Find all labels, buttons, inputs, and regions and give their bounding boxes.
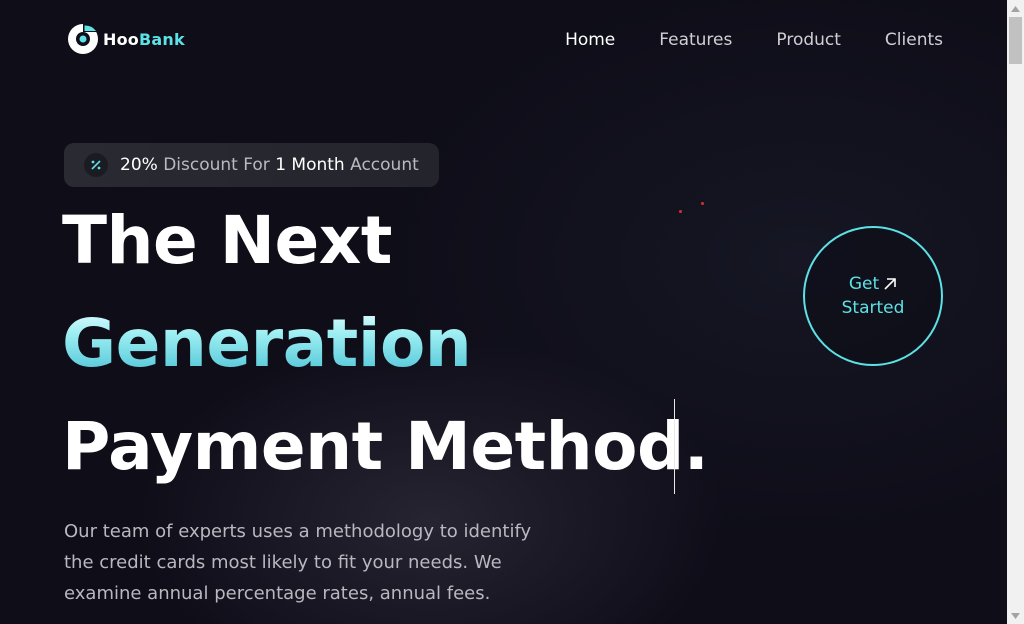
scroll-down-icon[interactable] [1007, 607, 1024, 624]
scroll-up-icon[interactable] [1007, 0, 1024, 17]
hero-heading-line3: Payment Method. [62, 408, 709, 485]
get-started-button[interactable]: Get Started [803, 226, 943, 366]
discount-percent: 20% [120, 155, 158, 175]
text-cursor [674, 399, 675, 494]
vertical-scrollbar[interactable] [1007, 0, 1024, 624]
get-started-label-started: Started [841, 298, 905, 318]
get-started-line1: Get [849, 272, 897, 296]
page: HooBank Home Features Product Clients 20… [0, 0, 1007, 624]
hero-heading-line1: The Next [62, 202, 392, 279]
scrollbar-thumb[interactable] [1009, 17, 1022, 64]
main-nav: Home Features Product Clients [565, 28, 943, 52]
nav-item-product[interactable]: Product [776, 28, 841, 52]
get-started-label-get: Get [848, 274, 880, 294]
discount-badge: 20% Discount For 1 Month Account [64, 143, 439, 187]
discount-duration: 1 Month [275, 155, 345, 175]
logo-text-bank: Bank [138, 29, 185, 49]
discount-middle: Discount For [157, 155, 276, 175]
hoobank-logo-icon [68, 23, 98, 54]
discount-suffix: Account [344, 155, 419, 175]
nav-item-features[interactable]: Features [659, 28, 732, 52]
arrow-up-right-icon [884, 278, 896, 290]
hero-heading-line2: Generation [62, 305, 472, 382]
nav-item-clients[interactable]: Clients [885, 28, 943, 52]
logo-text-hoo: Hoo [103, 29, 139, 49]
hero-description: Our team of experts uses a methodology t… [64, 521, 532, 604]
decorative-dot [701, 202, 704, 205]
nav-item-home[interactable]: Home [565, 28, 615, 52]
percent-icon [84, 153, 108, 177]
logo-text: HooBank [103, 30, 185, 49]
logo[interactable]: HooBank [67, 23, 185, 55]
decorative-dot [679, 210, 682, 213]
discount-text: 20% Discount For 1 Month Account [120, 155, 419, 175]
